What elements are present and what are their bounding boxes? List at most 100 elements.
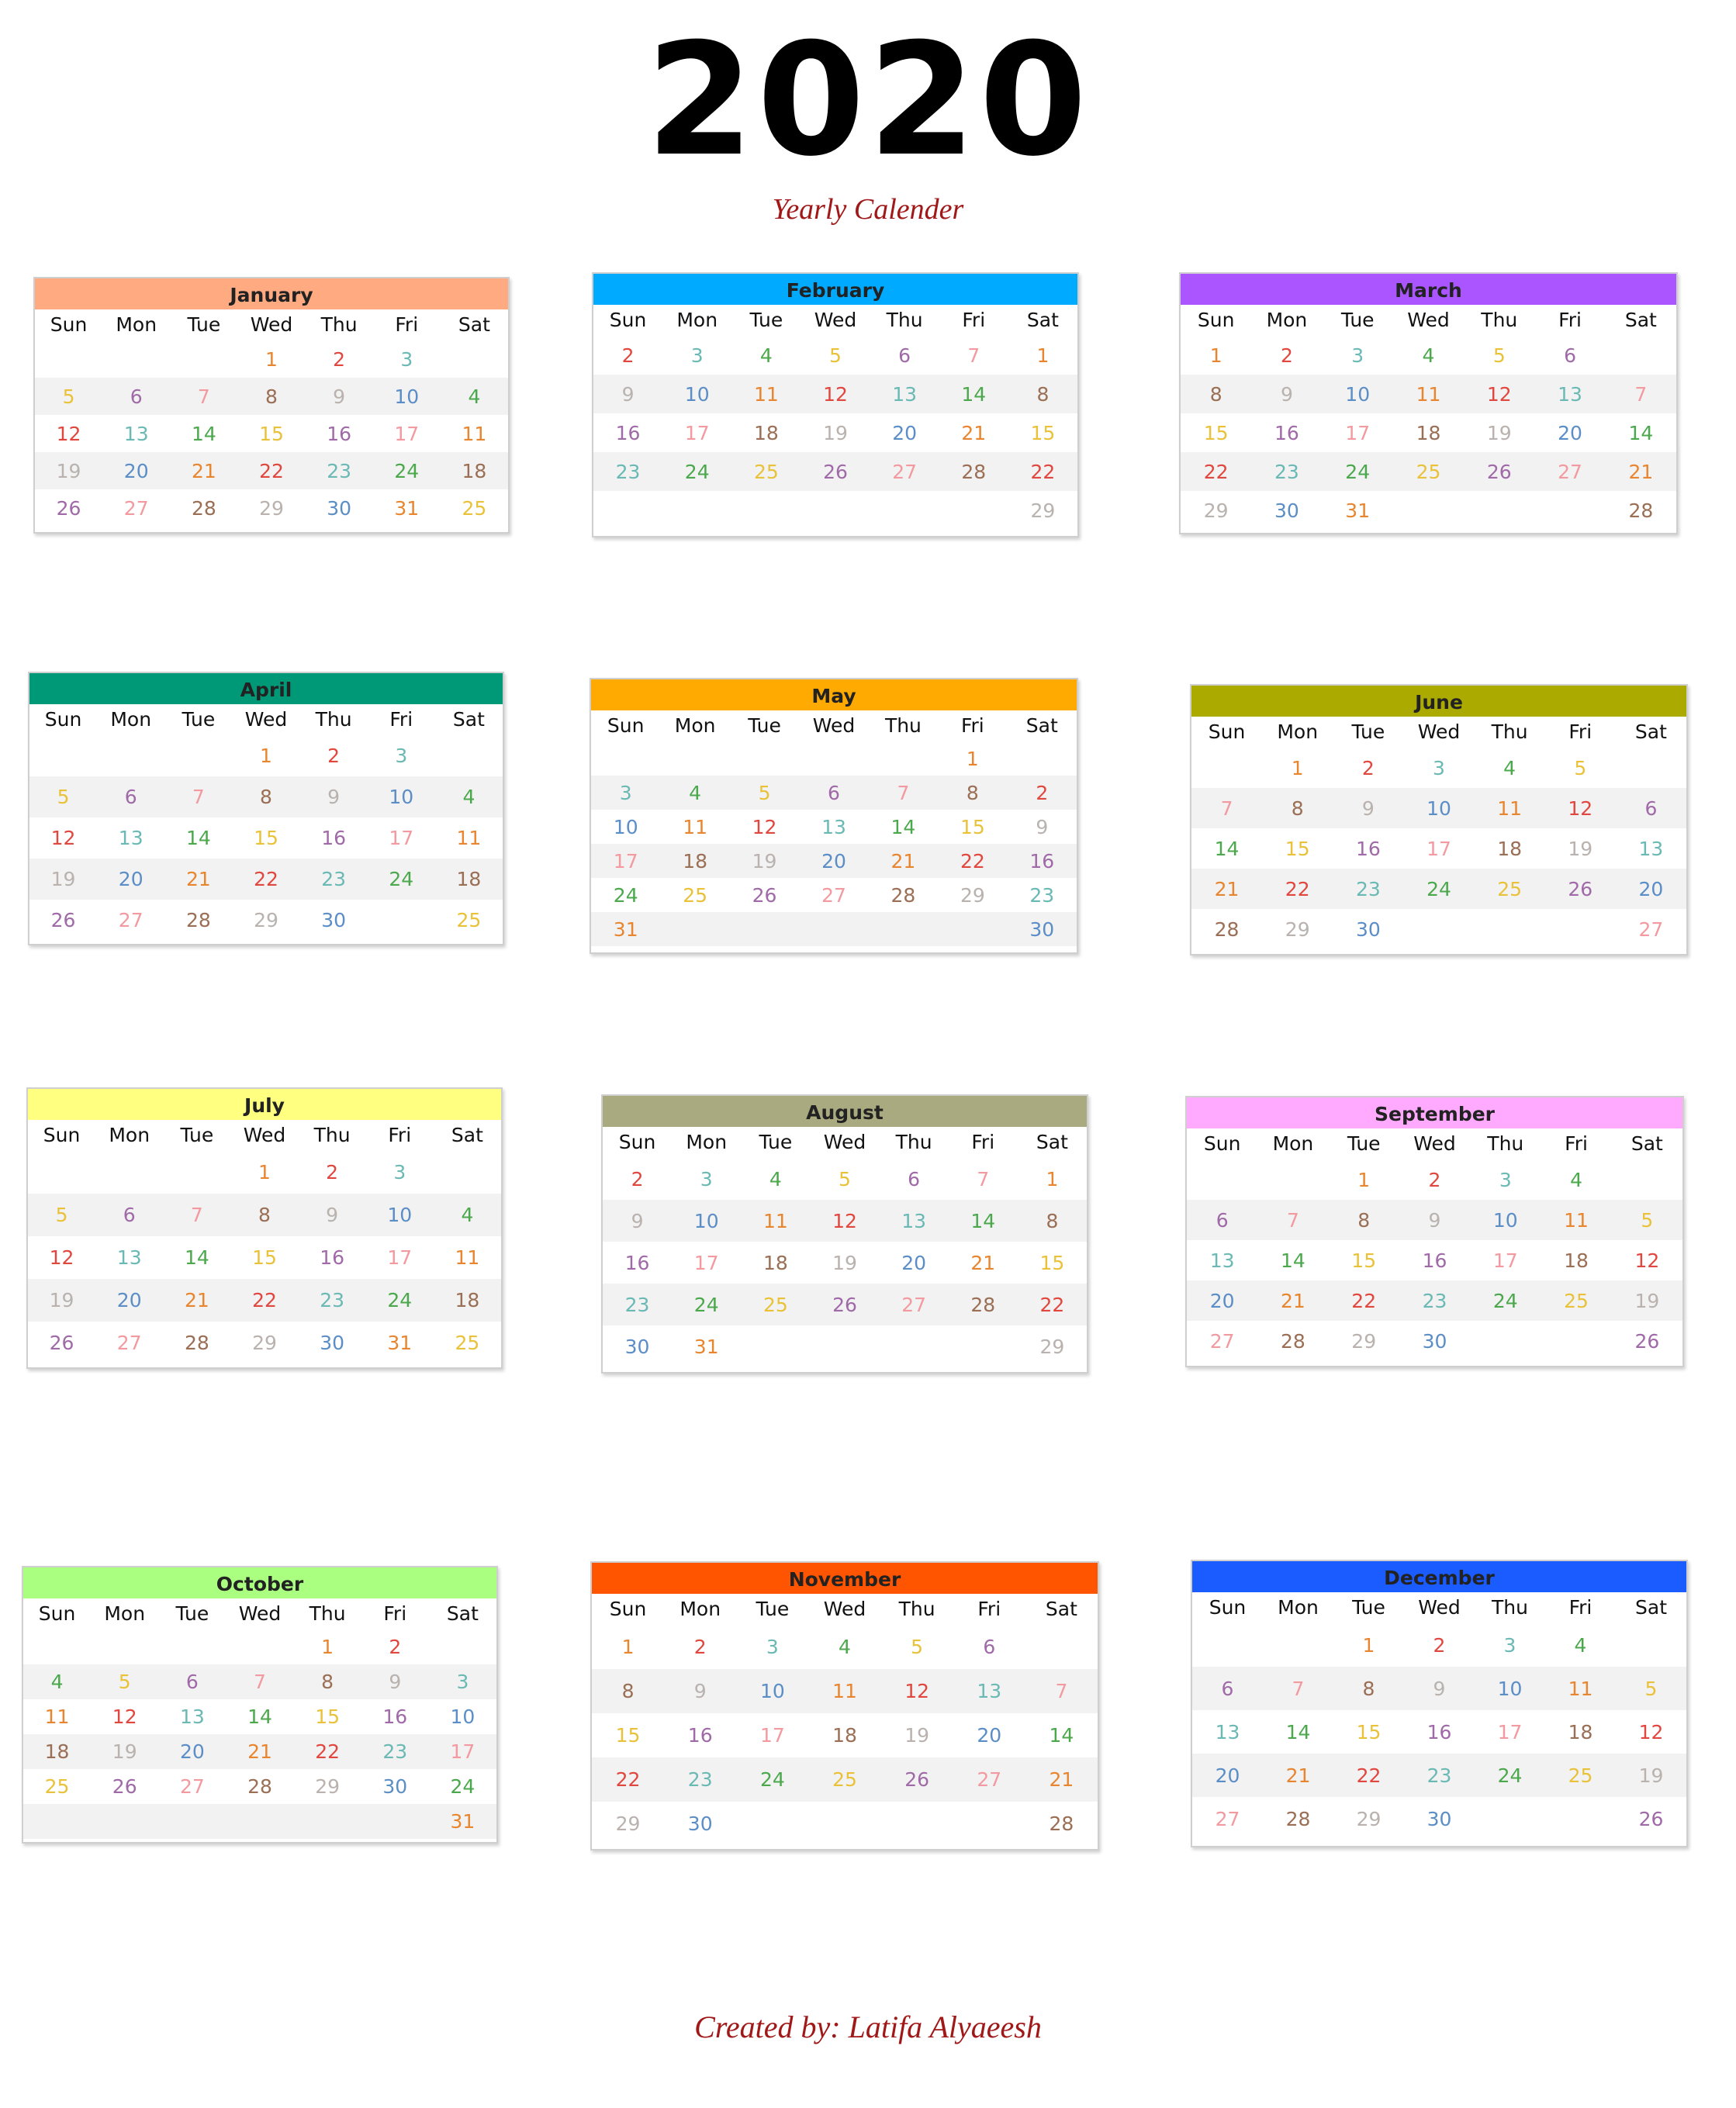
day-cell: 4 — [759, 344, 773, 367]
weekday-label: Mon — [116, 313, 157, 336]
day-cell: 25 — [456, 909, 482, 931]
weekday-label: Thu — [1492, 1596, 1528, 1619]
day-cell: 16 — [1274, 421, 1299, 444]
day-cell — [1257, 1159, 1328, 1200]
day-cell: 25 — [1474, 869, 1545, 909]
weekday-label: Wed — [1413, 1132, 1456, 1155]
day-cell: 29 — [1203, 499, 1229, 522]
day-cell: 13 — [821, 815, 846, 838]
day-cell: 8 — [230, 1194, 299, 1236]
day-cell: 19 — [729, 844, 800, 878]
day-cell — [662, 491, 731, 530]
day-cell: 2 — [1428, 1168, 1441, 1191]
day-cell: 21 — [170, 452, 238, 489]
weekday-label: Fri — [1558, 309, 1582, 331]
month-header: February — [593, 274, 1077, 305]
day-cell: 30 — [1422, 1329, 1447, 1353]
day-cell: 22 — [1328, 1280, 1399, 1321]
month-calendar-august: August Sun Mon Tue Wed Thu Fri Sat 2 3 4 5 6 7 1 9 10 11 1… — [601, 1094, 1088, 1374]
day-cell: 16 — [1426, 1720, 1452, 1743]
day-cell — [953, 1802, 1025, 1846]
day-cell: 17 — [389, 827, 414, 849]
day-cell — [1616, 748, 1686, 788]
day-cell: 20 — [158, 1734, 227, 1769]
day-cell — [736, 1802, 808, 1846]
day-cell: 7 — [1025, 1669, 1098, 1713]
day-cell — [741, 1325, 810, 1367]
day-cell: 31 — [394, 496, 420, 520]
day-cell: 4 — [1422, 344, 1435, 367]
day-cell — [441, 340, 508, 378]
day-cell: 20 — [95, 1279, 164, 1322]
day-cell: 1 — [258, 1161, 271, 1184]
day-cell: 14 — [185, 827, 211, 849]
day-cell: 4 — [839, 1636, 851, 1658]
day-cell: 23 — [361, 1734, 429, 1769]
day-cell: 28 — [185, 909, 211, 931]
day-cell: 19 — [1611, 1280, 1682, 1321]
day-cell — [1475, 909, 1545, 949]
day-cell: 5 — [28, 1194, 96, 1236]
day-cell — [1475, 1797, 1545, 1840]
weekday-label: Sun — [609, 1598, 647, 1620]
credit-footer: Created by: Latifa Alyaeesh — [694, 2010, 1042, 2044]
day-cell — [1545, 909, 1616, 949]
day-cell — [1470, 1321, 1541, 1361]
day-cell: 11 — [462, 422, 487, 445]
day-cell: 8 — [237, 378, 306, 415]
day-cell — [881, 1802, 953, 1846]
day-cell: 4 — [660, 776, 730, 810]
day-cell: 31 — [1345, 499, 1371, 522]
weekday-label: Sat — [446, 1602, 479, 1625]
day-cell — [163, 1151, 230, 1194]
weekday-label: Mon — [680, 1598, 721, 1620]
day-cell — [1612, 1159, 1682, 1200]
day-cell: 17 — [759, 1724, 785, 1747]
day-cell: 2 — [327, 745, 341, 767]
day-cell: 17 — [1345, 421, 1371, 444]
day-cell: 9 — [1404, 1667, 1475, 1710]
day-cell — [429, 1629, 496, 1664]
day-cell — [164, 735, 232, 776]
day-cell: 1 — [260, 745, 272, 767]
day-cell: 22 — [1017, 1284, 1087, 1325]
day-cell: 14 — [1049, 1724, 1074, 1747]
month-day-grid: Sun Mon Tue Wed Thu Fri Sat 1 2 3 4 6 7 8 9 10 11 5 13 14 15… — [1187, 1128, 1682, 1361]
day-cell: 15 — [960, 815, 985, 838]
weekday-label: Sat — [458, 313, 490, 336]
day-cell — [23, 1804, 92, 1839]
weekday-label: Thu — [1481, 309, 1518, 331]
day-cell: 30 — [1274, 499, 1299, 522]
day-cell: 10 — [1475, 1667, 1545, 1710]
day-cell — [808, 1802, 880, 1846]
day-cell: 26 — [49, 1332, 74, 1354]
day-cell: 7 — [1605, 375, 1676, 413]
day-cell: 14 — [1214, 837, 1240, 860]
day-cell — [23, 1629, 91, 1664]
month-day-grid: Sun Mon Tue Wed Thu Fri Sat 1 2 3 4 5 7 8 9 10 11 12 6 14 15… — [1191, 717, 1686, 949]
weekday-label: Wed — [1407, 309, 1450, 331]
day-cell: 31 — [428, 1804, 496, 1839]
day-cell: 21 — [868, 844, 939, 878]
day-cell: 14 — [939, 375, 1008, 413]
day-cell: 13 — [879, 1200, 949, 1242]
weekday-label: Sun — [1197, 309, 1235, 331]
day-cell: 10 — [367, 776, 435, 817]
day-cell — [731, 491, 801, 530]
day-cell — [801, 491, 870, 530]
day-cell — [1025, 1625, 1098, 1669]
day-cell: 1 — [265, 347, 278, 371]
day-cell: 27 — [953, 1757, 1025, 1802]
day-cell: 9 — [299, 776, 368, 817]
month-header: September — [1187, 1097, 1682, 1128]
day-cell: 30 — [321, 909, 347, 931]
day-cell: 4 — [23, 1664, 92, 1699]
day-cell: 2 — [693, 1636, 707, 1658]
weekday-label: Sat — [1025, 714, 1058, 737]
weekday-label: Mon — [686, 1131, 728, 1153]
day-cell: 18 — [23, 1734, 92, 1769]
day-cell: 3 — [1433, 756, 1445, 779]
day-cell: 18 — [434, 859, 503, 900]
day-cell: 13 — [179, 1705, 205, 1728]
day-cell: 11 — [456, 827, 482, 849]
